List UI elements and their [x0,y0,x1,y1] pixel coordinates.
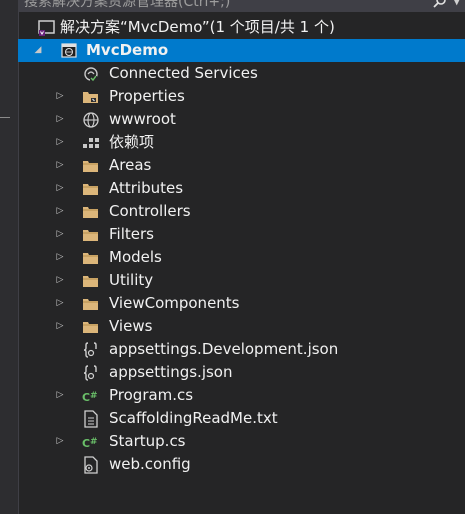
tree-item[interactable]: ▷ C # Program.cs [18,384,465,407]
tree-item[interactable]: ▷ Utility [18,269,465,292]
globe-icon [83,112,99,128]
tree-item[interactable]: appsettings.json [18,361,465,384]
expand-arrow-icon[interactable]: ▷ [54,200,66,223]
tree-item[interactable]: appsettings.Development.json [18,338,465,361]
search-placeholder: 搜索解决方案资源管理器(Ctrl+;) [24,0,231,10]
solution-tree: 解决方案“MvcDemo”(1 个项目/共 1 个) ◢ MvcDemo Con… [18,16,465,476]
text-file-icon [84,410,98,428]
expand-arrow-icon[interactable]: ▷ [54,154,66,177]
search-box[interactable]: 搜索解决方案资源管理器(Ctrl+;) ▼ [18,0,465,12]
tree-item-label: appsettings.Development.json [109,340,339,358]
tree-item[interactable]: ▷ 依赖项 [18,131,465,154]
tree-item-label: ViewComponents [109,294,240,312]
folder-icon [83,299,98,310]
tree-item-label: Models [109,248,162,266]
expand-arrow-icon[interactable]: ▷ [54,108,66,131]
solution-icon [38,20,55,36]
tree-item-label: wwwroot [109,110,176,128]
tree-item-label: Filters [109,225,154,243]
expand-arrow-icon[interactable]: ▷ [54,384,66,407]
tree-item-label: Utility [109,271,154,289]
tree-item[interactable]: ▷ Filters [18,223,465,246]
tree-item[interactable]: ▷ wwwroot [18,108,465,131]
expand-arrow-icon[interactable]: ▷ [54,131,66,154]
tree-item-label: Properties [109,87,185,105]
tree-item[interactable]: ▷ Models [18,246,465,269]
expand-arrow-icon[interactable]: ▷ [54,177,66,200]
svg-text:C: C [82,437,90,450]
properties-folder-icon [83,92,98,103]
dependencies-icon [83,138,99,148]
web-project-icon [61,43,77,58]
tree-item-label: Views [109,317,153,335]
folder-icon [83,184,98,195]
gutter-marker [0,117,10,118]
tree-item[interactable]: Connected Services [18,62,465,85]
tree-item-label: Controllers [109,202,191,220]
tree-item-label: ScaffoldingReadMe.txt [109,409,278,427]
csharp-file-icon: C # [82,437,98,450]
solution-label: 解决方案“MvcDemo”(1 个项目/共 1 个) [60,18,335,36]
tree-item-label: appsettings.json [109,363,233,381]
connected-services-icon [84,67,98,82]
tree-item[interactable]: ▷ Properties [18,85,465,108]
svg-text:C: C [82,391,90,404]
tree-item-label: Connected Services [109,64,258,82]
collapse-arrow-icon[interactable]: ◢ [32,39,44,62]
tree-item-label: 依赖项 [109,133,155,151]
expand-arrow-icon[interactable]: ▷ [54,269,66,292]
project-node[interactable]: ◢ MvcDemo [18,39,465,62]
tree-item[interactable]: ▷ Views [18,315,465,338]
tree-item[interactable]: ▷ Controllers [18,200,465,223]
left-gutter [0,0,19,514]
expand-arrow-icon[interactable]: ▷ [54,85,66,108]
folder-icon [83,276,98,287]
tree-item[interactable]: ScaffoldingReadMe.txt [18,407,465,430]
solution-node[interactable]: 解决方案“MvcDemo”(1 个项目/共 1 个) [18,16,465,39]
folder-icon [83,207,98,218]
search-icon[interactable] [433,0,447,9]
tree-item-label: Startup.cs [109,432,186,450]
tree-item[interactable]: ▷ C # Startup.cs [18,430,465,453]
json-file-icon [83,365,97,381]
tree-item-label: web.config [109,455,191,473]
tree-item-label: Attributes [109,179,184,197]
search-options-chevron-icon[interactable]: ▼ [453,0,461,7]
tree-item[interactable]: web.config [18,453,465,476]
tree-item[interactable]: ▷ Areas [18,154,465,177]
tree-item[interactable]: ▷ Attributes [18,177,465,200]
expand-arrow-icon[interactable]: ▷ [54,315,66,338]
tree-item[interactable]: ▷ ViewComponents [18,292,465,315]
expand-arrow-icon[interactable]: ▷ [54,292,66,315]
expand-arrow-icon[interactable]: ▷ [54,246,66,269]
tree-item-label: Program.cs [109,386,194,404]
folder-icon [83,253,98,264]
json-file-icon [83,342,97,358]
folder-icon [83,161,98,172]
config-file-icon [84,456,98,474]
csharp-file-icon: C # [82,391,98,404]
expand-arrow-icon[interactable]: ▷ [54,430,66,453]
project-label: MvcDemo [86,41,169,59]
svg-text:#: # [90,437,98,447]
tree-item-label: Areas [109,156,152,174]
folder-icon [83,230,98,241]
expand-arrow-icon[interactable]: ▷ [54,223,66,246]
svg-text:#: # [90,391,98,401]
folder-icon [83,322,98,333]
